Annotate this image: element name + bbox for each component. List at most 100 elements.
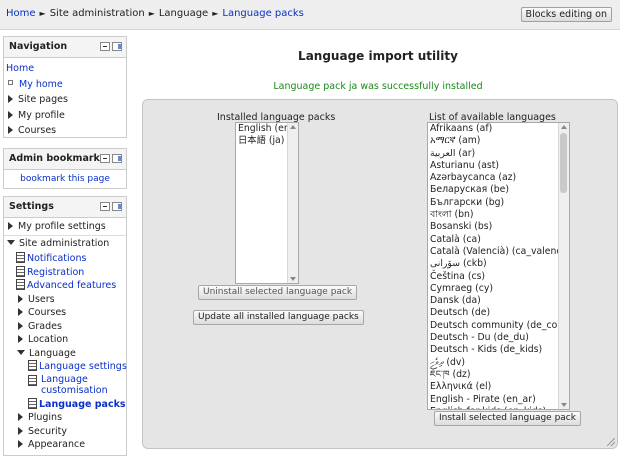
- nav-item-home[interactable]: Home: [4, 61, 126, 77]
- nav-home-link[interactable]: Home: [6, 63, 34, 74]
- installed-scrollbar[interactable]: [287, 123, 298, 283]
- nav-item-label: Courses: [18, 125, 57, 136]
- language-customisation-link[interactable]: Language customisation: [41, 374, 111, 396]
- available-language-option[interactable]: Asturianu (ast): [428, 160, 569, 172]
- scroll-up-icon[interactable]: [290, 125, 296, 129]
- bullet-icon: [8, 79, 13, 85]
- admin-bookmarks-title: Admin bookmarks: [9, 153, 106, 164]
- language-settings-link[interactable]: Language settings: [39, 361, 127, 372]
- available-language-option[interactable]: Čeština (cs): [428, 271, 569, 283]
- available-language-option[interactable]: العربية (ar): [428, 148, 569, 160]
- available-scrollbar[interactable]: [558, 123, 569, 409]
- available-language-option[interactable]: Català (Valencià) (ca_valencia): [428, 246, 569, 258]
- settings-page-icon: [28, 360, 37, 371]
- nav-my-home-link[interactable]: My home: [19, 79, 63, 90]
- expand-arrow-icon: [18, 294, 23, 303]
- settings-item-label: Security: [28, 425, 68, 437]
- settings-item-my-profile-settings[interactable]: My profile settings: [4, 219, 126, 235]
- resize-handle-icon[interactable]: [607, 438, 615, 446]
- settings-item-appearance[interactable]: Appearance: [4, 438, 126, 452]
- minimize-icon[interactable]: [100, 154, 110, 163]
- dock-icon[interactable]: [112, 154, 122, 163]
- minimize-icon[interactable]: [100, 202, 110, 211]
- available-language-option[interactable]: ދިވެހި (dv): [428, 357, 569, 369]
- breadcrumb-home[interactable]: Home: [6, 8, 36, 19]
- available-language-option[interactable]: Bosanski (bs): [428, 221, 569, 233]
- settings-item-language[interactable]: Language: [4, 347, 126, 361]
- settings-item-plugins[interactable]: Plugins: [4, 411, 126, 425]
- settings-page-icon: [28, 397, 37, 409]
- nav-item-site-pages[interactable]: Site pages: [4, 92, 126, 108]
- settings-item-users[interactable]: Users: [4, 293, 126, 307]
- registration-link[interactable]: Registration: [27, 267, 84, 278]
- dock-icon[interactable]: [112, 202, 122, 211]
- update-all-language-packs-button[interactable]: Update all installed language packs: [193, 310, 364, 325]
- available-language-option[interactable]: Български (bg): [428, 197, 569, 209]
- available-language-option[interactable]: বাংলা (bn): [428, 209, 569, 221]
- available-language-option[interactable]: Dansk (da): [428, 295, 569, 307]
- page-title: Language import utility: [298, 49, 458, 63]
- bookmark-this-page-link[interactable]: bookmark this page: [20, 174, 110, 184]
- breadcrumb-language-packs[interactable]: Language packs: [222, 8, 304, 19]
- settings-item-advanced-features[interactable]: Advanced features: [4, 279, 126, 293]
- nav-item-courses[interactable]: Courses: [4, 123, 126, 139]
- settings-item-site-administration[interactable]: Site administration: [4, 235, 126, 252]
- scroll-thumb[interactable]: [560, 133, 567, 193]
- uninstall-language-pack-button[interactable]: Uninstall selected language pack: [198, 285, 358, 300]
- nav-item-my-home[interactable]: My home: [4, 77, 126, 93]
- language-packs-link[interactable]: Language packs: [39, 399, 126, 410]
- available-language-option[interactable]: Deutsch (de): [428, 307, 569, 319]
- blocks-editing-button[interactable]: Blocks editing on: [520, 7, 612, 22]
- available-language-option[interactable]: Deutsch - Du (de_du): [428, 332, 569, 344]
- breadcrumb-site-administration[interactable]: Site administration: [50, 8, 145, 19]
- expand-arrow-icon: [18, 335, 23, 343]
- available-language-option[interactable]: Català (ca): [428, 234, 569, 246]
- settings-block-title: Settings: [9, 201, 54, 212]
- settings-item-location[interactable]: Location: [4, 333, 126, 347]
- available-language-option[interactable]: Afrikaans (af): [428, 123, 569, 135]
- available-language-option[interactable]: English - Pirate (en_ar): [428, 394, 569, 406]
- available-language-option[interactable]: سۆرانی (ckb): [428, 258, 569, 270]
- settings-item-language-packs[interactable]: Language packs: [4, 397, 126, 412]
- settings-item-notifications[interactable]: Notifications: [4, 252, 126, 266]
- breadcrumb-separator: ►: [39, 9, 46, 18]
- installed-packs-select[interactable]: English (en) 日本語 (ja): [235, 122, 299, 284]
- expand-arrow-icon: [8, 126, 13, 134]
- settings-item-courses[interactable]: Courses: [4, 306, 126, 320]
- available-language-option[interactable]: Deutsch community (de_comm): [428, 320, 569, 332]
- scroll-down-icon[interactable]: [290, 277, 296, 281]
- settings-item-label: Appearance: [28, 439, 86, 450]
- settings-item-label: Plugins: [28, 412, 63, 423]
- expand-arrow-icon: [18, 308, 23, 316]
- available-language-option[interactable]: Cymraeg (cy): [428, 283, 569, 295]
- scroll-up-icon[interactable]: [561, 125, 567, 129]
- settings-page-icon: [28, 374, 37, 386]
- settings-item-grades[interactable]: Grades: [4, 320, 126, 334]
- advanced-features-link[interactable]: Advanced features: [27, 280, 116, 291]
- available-languages-select[interactable]: Afrikaans (af) አማርኛ (am) العربية (ar) Astur…: [427, 122, 570, 410]
- admin-bookmarks-block: Admin bookmarks bookmark this page: [3, 148, 127, 189]
- available-language-option[interactable]: አማርኛ (am): [428, 135, 569, 147]
- minimize-icon[interactable]: [100, 42, 110, 51]
- settings-page-icon: [16, 252, 25, 263]
- available-language-option[interactable]: Deutsch - Kids (de_kids): [428, 344, 569, 356]
- dock-icon[interactable]: [112, 42, 122, 51]
- nav-item-my-profile[interactable]: My profile: [4, 108, 126, 124]
- available-language-option[interactable]: Azərbaycanca (az): [428, 172, 569, 184]
- breadcrumb-language[interactable]: Language: [159, 8, 208, 19]
- notifications-link[interactable]: Notifications: [27, 253, 86, 264]
- available-language-option[interactable]: ཇོང་ཁ (dz): [428, 369, 569, 381]
- settings-page-icon: [16, 265, 25, 277]
- settings-item-language-settings[interactable]: Language settings: [4, 360, 127, 374]
- available-language-option[interactable]: Беларуская (be): [428, 184, 569, 196]
- settings-item-label: Site administration: [19, 238, 110, 249]
- settings-item-language-customisation[interactable]: Language customisation: [4, 374, 126, 398]
- available-language-option[interactable]: English for kids (en_kids): [428, 406, 569, 409]
- settings-item-label: Users: [28, 293, 55, 305]
- settings-item-registration[interactable]: Registration: [4, 265, 126, 280]
- settings-item-security[interactable]: Security: [4, 425, 126, 439]
- available-language-option[interactable]: Ελληνικά (el): [428, 381, 569, 393]
- scroll-down-icon[interactable]: [561, 403, 567, 407]
- admin-bookmarks-header: Admin bookmarks: [4, 149, 126, 170]
- install-language-pack-button[interactable]: Install selected language pack: [434, 411, 581, 426]
